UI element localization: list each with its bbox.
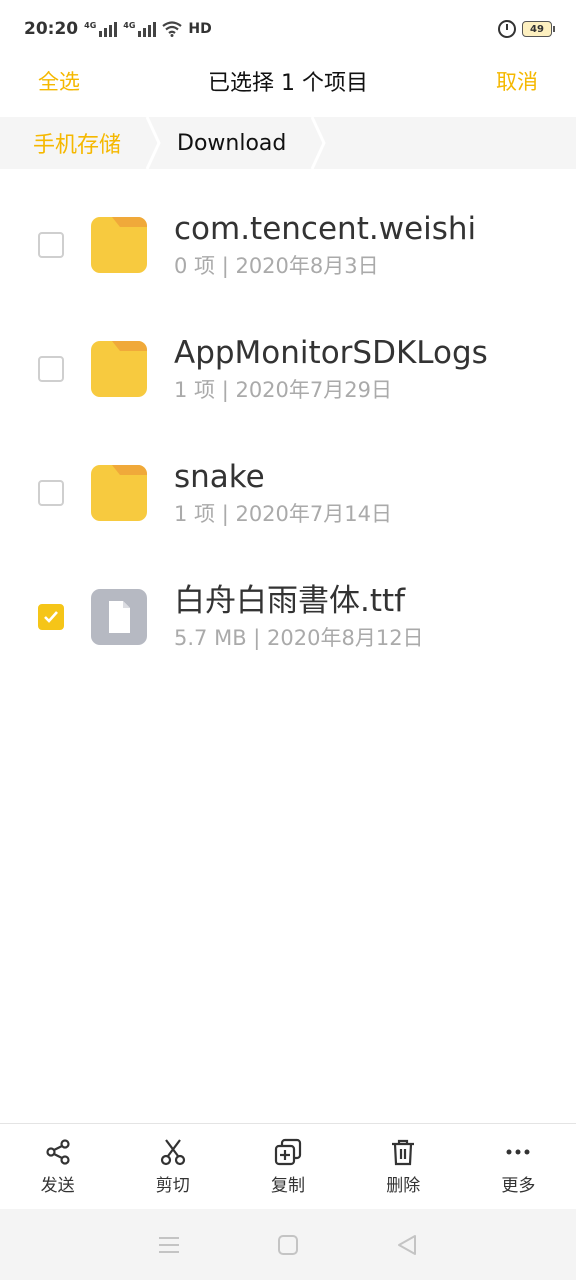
status-time: 20:20 [24,19,79,39]
alarm-icon [498,20,516,38]
file-meta: 1 项 | 2020年7月14日 [174,502,392,526]
more-icon [506,1149,530,1155]
hd-indicator: HD [188,21,212,37]
more-button[interactable]: 更多 [461,1124,576,1209]
signal-icon: 4G [84,21,118,37]
back-nav-button[interactable] [392,1230,422,1260]
copy-button[interactable]: 复制 [230,1124,345,1209]
battery-icon: 49 [522,21,555,37]
signal-icon: 4G [123,21,157,37]
file-list: com.tencent.weishi 0 项 | 2020年8月3日 AppMo… [0,183,576,679]
file-name: AppMonitorSDKLogs [174,335,488,371]
cancel-button[interactable]: 取消 [496,66,538,96]
delete-button[interactable]: 删除 [346,1124,461,1209]
breadcrumb-current[interactable]: Download [161,117,310,169]
share-icon [45,1139,70,1165]
item-checkbox[interactable] [38,356,64,382]
file-meta: 0 项 | 2020年8月3日 [174,254,379,278]
folder-icon [91,341,147,397]
copy-icon [274,1138,302,1166]
page-title: 已选择 1 个项目 [208,71,368,96]
breadcrumb-root[interactable]: 手机存储 [0,117,145,169]
action-toolbar: 发送 剪切 复制 删除 更多 [0,1123,576,1209]
list-item[interactable]: snake 1 项 | 2020年7月14日 [0,431,576,555]
menu-icon [159,1236,180,1253]
file-name: snake [174,459,265,495]
menu-nav-button[interactable] [154,1230,184,1260]
list-item[interactable]: 白舟白雨書体.ttf 5.7 MB | 2020年8月12日 [0,555,576,679]
trash-icon [392,1139,415,1166]
delete-label: 删除 [386,1176,421,1196]
system-nav-bar [0,1209,576,1280]
breadcrumb-separator-icon [145,117,161,169]
battery-level: 49 [530,23,544,35]
scissors-icon [160,1139,185,1166]
send-label: 发送 [40,1176,75,1196]
select-all-button[interactable]: 全选 [38,66,80,96]
status-bar: 20:20 4G 4G HD 49 [0,0,576,58]
send-button[interactable]: 发送 [0,1124,115,1209]
file-meta: 1 项 | 2020年7月29日 [174,378,392,402]
more-label: 更多 [501,1176,536,1196]
file-name: 白舟白雨書体.ttf [174,583,406,619]
file-name: com.tencent.weishi [174,211,477,247]
home-icon [277,1234,298,1255]
list-item[interactable]: AppMonitorSDKLogs 1 项 | 2020年7月29日 [0,307,576,431]
cut-button[interactable]: 剪切 [115,1124,230,1209]
item-checkbox[interactable] [38,480,64,506]
file-meta: 5.7 MB | 2020年8月12日 [174,626,424,650]
copy-label: 复制 [271,1176,305,1196]
item-checkbox[interactable] [38,604,64,630]
document-file-icon [91,589,147,645]
selection-header: 全选 已选择 1 个项目 取消 [0,58,576,104]
wifi-icon [162,21,183,37]
home-nav-button[interactable] [273,1230,303,1260]
breadcrumb-separator-icon [311,117,327,169]
breadcrumb: 手机存储 Download [0,117,576,169]
back-icon [397,1234,416,1255]
item-checkbox[interactable] [38,232,64,258]
folder-icon [91,217,147,273]
list-item[interactable]: com.tencent.weishi 0 项 | 2020年8月3日 [0,183,576,307]
folder-icon [91,465,147,521]
cut-label: 剪切 [155,1176,190,1196]
